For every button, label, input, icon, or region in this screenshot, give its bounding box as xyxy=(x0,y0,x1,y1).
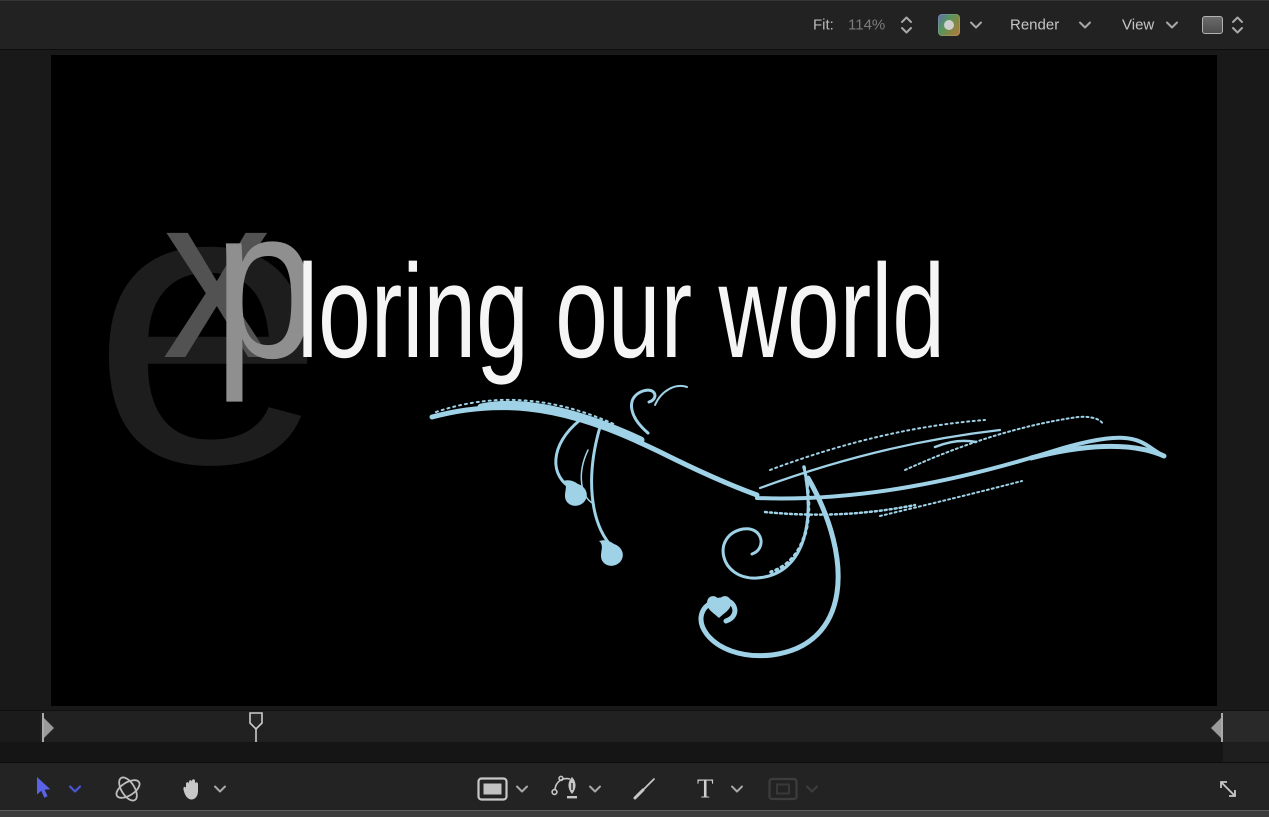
flourish-ornament[interactable] xyxy=(429,385,1167,659)
pan-tool-chevron-icon[interactable] xyxy=(213,785,227,794)
color-swatch-chevron-icon[interactable] xyxy=(969,21,983,30)
arrow-cursor-icon xyxy=(37,777,51,798)
orbit-icon xyxy=(115,776,141,802)
zoom-stepper-icon[interactable] xyxy=(900,15,913,35)
animating-title-letters[interactable]: e x p xyxy=(91,100,326,547)
select-tool-chevron-icon[interactable] xyxy=(68,785,82,794)
view-menu[interactable]: View xyxy=(1122,17,1154,34)
title-text[interactable]: loring our world xyxy=(297,238,945,386)
diagonal-resize-icon xyxy=(1220,781,1236,797)
paintbrush-icon xyxy=(633,778,655,800)
timeline-after-out-region xyxy=(1223,711,1269,742)
canvas-toolbar: Fit: 114% Render View xyxy=(0,0,1269,50)
scroll-track-after-out xyxy=(1223,742,1269,762)
tools-toolbar: T xyxy=(0,763,1269,810)
render-menu[interactable]: Render xyxy=(1010,17,1059,34)
timeline-scroll-track[interactable] xyxy=(0,742,1269,763)
zoom-level-value[interactable]: 114% xyxy=(848,17,885,34)
text-tool-button[interactable]: T xyxy=(697,775,714,803)
display-well-icon xyxy=(1202,16,1223,34)
out-point-marker[interactable] xyxy=(1206,711,1228,743)
view-chevron-icon[interactable] xyxy=(1165,21,1179,30)
display-stepper-icon[interactable] xyxy=(1231,15,1244,35)
color-swatch[interactable] xyxy=(938,14,960,36)
expand-view-button[interactable] xyxy=(1215,776,1241,802)
bezier-tool-chevron-icon[interactable] xyxy=(588,785,602,794)
in-point-marker[interactable] xyxy=(34,711,56,743)
paint-stroke-tool-button[interactable] xyxy=(630,775,658,803)
render-chevron-icon[interactable] xyxy=(1078,21,1092,30)
rectangle-tool-chevron-icon[interactable] xyxy=(515,785,529,794)
select-tool-button[interactable] xyxy=(33,776,53,802)
display-select[interactable] xyxy=(1202,16,1223,34)
lower-pane-edge[interactable] xyxy=(0,810,1269,817)
mini-timeline[interactable] xyxy=(0,710,1269,746)
motion-canvas-window: Fit: 114% Render View e x p loring our w… xyxy=(0,0,1269,817)
canvas-viewport: e x p loring our world xyxy=(0,50,1269,710)
pen-nib-icon xyxy=(551,775,577,799)
zoom-fit-label: Fit: xyxy=(813,16,834,34)
rectangle-icon xyxy=(477,777,508,801)
mask-tool-button-disabled xyxy=(768,777,798,801)
mask-tool-chevron-icon xyxy=(805,785,819,794)
rectangle-tool-button[interactable] xyxy=(477,777,508,801)
project-canvas[interactable]: e x p loring our world xyxy=(51,55,1217,706)
hand-icon xyxy=(183,779,198,800)
pan-tool-button[interactable] xyxy=(180,777,202,802)
orbit-tool-button[interactable] xyxy=(112,774,144,804)
rectangle-mask-icon xyxy=(768,777,798,801)
text-tool-chevron-icon[interactable] xyxy=(730,785,744,794)
bezier-tool-button[interactable] xyxy=(550,775,582,803)
color-well-dot xyxy=(944,20,954,30)
gradient-color-well-icon xyxy=(938,14,960,36)
